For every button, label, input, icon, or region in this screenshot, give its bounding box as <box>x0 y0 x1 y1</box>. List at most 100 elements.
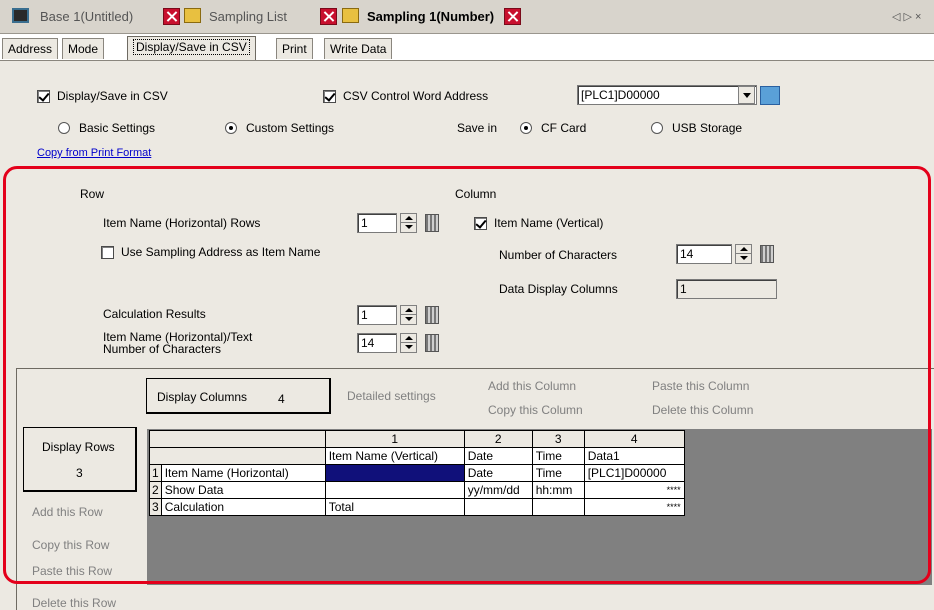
text-chars-spinner[interactable] <box>400 333 417 353</box>
csv-address-field[interactable]: [PLC1]D00000 <box>577 85 757 105</box>
item-name-vertical-label: Item Name (Vertical) <box>494 216 604 230</box>
tab-write-data[interactable]: Write Data <box>324 38 393 59</box>
grid-row-label[interactable]: Item Name (Horizontal) <box>160 464 326 482</box>
tab-scroll-arrows[interactable]: ◁ ▷ × <box>892 10 921 23</box>
copy-column-button[interactable]: Copy this Column <box>488 403 583 417</box>
tab-display-save-csv-label: Display/Save in CSV <box>133 39 250 55</box>
grid-cell-selected[interactable] <box>324 464 465 482</box>
grid-cell[interactable]: yy/mm/dd <box>463 481 533 499</box>
use-sampling-address-checkbox[interactable] <box>101 246 114 259</box>
base-screen-icon <box>12 8 29 23</box>
tab-display-save-csv[interactable]: Display/Save in CSV <box>127 36 256 61</box>
detailed-settings-button[interactable]: Detailed settings <box>347 389 436 403</box>
tab-print[interactable]: Print <box>276 38 313 59</box>
table-row: 3 Calculation Total **** <box>149 498 685 516</box>
calc-results-keypad-icon[interactable] <box>425 306 439 324</box>
tab-sampling-list[interactable]: Sampling List <box>209 9 287 24</box>
document-tab-bar: Base 1(Untitled) Sampling List Sampling … <box>0 0 934 34</box>
csv-control-word-checkbox[interactable] <box>323 90 336 103</box>
add-column-button[interactable]: Add this Column <box>488 379 576 393</box>
close-tab-sampling-list-icon[interactable] <box>320 8 337 25</box>
text-chars-field[interactable]: 14 <box>357 333 397 353</box>
tab-address[interactable]: Address <box>2 38 59 59</box>
csv-address-value: [PLC1]D00000 <box>581 88 660 102</box>
grid-col-number[interactable]: 4 <box>583 430 685 448</box>
tab-base-1[interactable]: Base 1(Untitled) <box>40 9 133 24</box>
custom-settings-label: Custom Settings <box>246 121 335 135</box>
grid-cell[interactable]: **** <box>583 498 685 516</box>
grid-cell[interactable]: Time <box>531 464 585 482</box>
paste-row-button[interactable]: Paste this Row <box>32 564 112 578</box>
table-row: 1 Item Name (Horizontal) Date Time [PLC1… <box>149 464 685 482</box>
paste-column-button[interactable]: Paste this Column <box>652 379 749 393</box>
custom-settings-radio[interactable] <box>225 122 237 134</box>
address-input-icon[interactable] <box>760 86 780 105</box>
data-display-cols-value: 1 <box>680 282 687 296</box>
grid-column-number-row: 1 2 3 4 <box>149 430 685 448</box>
grid-cell[interactable]: hh:mm <box>531 481 585 499</box>
grid-col-number[interactable]: 3 <box>531 430 585 448</box>
grid-cell[interactable] <box>463 498 533 516</box>
grid-corner-cell <box>149 430 326 448</box>
tab-mode[interactable]: Mode <box>62 38 105 59</box>
grid-row-label[interactable]: Calculation <box>160 498 326 516</box>
sampling-list-icon <box>184 8 201 23</box>
num-chars-value: 14 <box>680 247 694 261</box>
row-heading: Row <box>80 187 105 201</box>
item-name-rows-spinner[interactable] <box>400 213 417 233</box>
num-chars-field[interactable]: 14 <box>676 244 732 264</box>
cf-card-label: CF Card <box>541 121 587 135</box>
grid-row-number[interactable]: 2 <box>149 481 162 499</box>
usb-storage-radio[interactable] <box>651 122 663 134</box>
grid-cell[interactable]: Total <box>324 498 465 516</box>
sampling-icon <box>342 8 359 23</box>
column-heading: Column <box>455 187 497 201</box>
close-tab-sampling-1-icon[interactable] <box>504 8 521 25</box>
table-row: 2 Show Data yy/mm/dd hh:mm **** <box>149 481 685 499</box>
display-save-csv-checkbox[interactable] <box>37 90 50 103</box>
csv-address-dropdown-button[interactable] <box>738 86 755 104</box>
basic-settings-radio[interactable] <box>58 122 70 134</box>
grid-col-name[interactable]: Date <box>463 447 533 465</box>
item-name-rows-value: 1 <box>361 216 368 230</box>
grid-cell[interactable] <box>324 481 465 499</box>
num-chars-keypad-icon[interactable] <box>760 245 774 263</box>
cf-card-radio[interactable] <box>520 122 532 134</box>
grid-col-name[interactable]: Item Name (Vertical) <box>324 447 465 465</box>
delete-row-button[interactable]: Delete this Row <box>32 596 116 610</box>
grid-col-name[interactable]: Data1 <box>583 447 685 465</box>
calc-results-field[interactable]: 1 <box>357 305 397 325</box>
grid-row-number[interactable]: 1 <box>149 464 162 482</box>
add-row-button[interactable]: Add this Row <box>32 505 103 519</box>
data-display-cols-field: 1 <box>676 279 777 299</box>
grid-row-number[interactable]: 3 <box>149 498 162 516</box>
text-chars-keypad-icon[interactable] <box>425 334 439 352</box>
delete-column-button[interactable]: Delete this Column <box>652 403 753 417</box>
display-columns-value: 4 <box>278 392 285 406</box>
usb-storage-label: USB Storage <box>672 121 743 135</box>
grid-cell[interactable] <box>531 498 585 516</box>
item-name-rows-keypad-icon[interactable] <box>425 214 439 232</box>
grid-row-label[interactable]: Show Data <box>160 481 326 499</box>
data-display-cols-label: Data Display Columns <box>499 282 618 296</box>
calc-results-spinner[interactable] <box>400 305 417 325</box>
num-chars-spinner[interactable] <box>735 244 752 264</box>
grid-col-number[interactable]: 2 <box>463 430 533 448</box>
item-name-vertical-checkbox[interactable] <box>474 217 487 230</box>
csv-layout-grid[interactable]: 1 2 3 4 Item Name (Vertical) Date Time D… <box>149 430 685 516</box>
grid-cell[interactable]: **** <box>583 481 685 499</box>
tab-sampling-1[interactable]: Sampling 1(Number) <box>367 9 494 24</box>
grid-col-name[interactable]: Time <box>531 447 585 465</box>
item-name-rows-field[interactable]: 1 <box>357 213 397 233</box>
grid-cell[interactable]: Date <box>463 464 533 482</box>
close-tab-base-1-icon[interactable] <box>163 8 180 25</box>
grid-col-number[interactable]: 1 <box>324 430 465 448</box>
copy-row-button[interactable]: Copy this Row <box>32 538 109 552</box>
display-rows-box <box>23 427 137 492</box>
basic-settings-label: Basic Settings <box>79 121 156 135</box>
copy-from-print-link[interactable]: Copy from Print Format <box>37 147 151 159</box>
csv-control-word-label: CSV Control Word Address <box>343 89 489 103</box>
display-columns-label: Display Columns <box>157 390 248 404</box>
display-save-csv-label: Display/Save in CSV <box>57 89 168 103</box>
grid-cell[interactable]: [PLC1]D00000 <box>583 464 685 482</box>
